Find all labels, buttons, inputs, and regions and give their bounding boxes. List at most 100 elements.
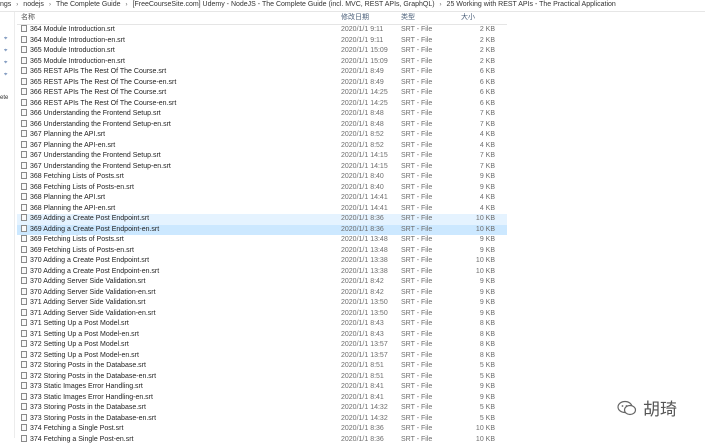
file-row[interactable]: 373 Static Images Error Handling-en.srt2…	[17, 393, 507, 404]
file-row[interactable]: 365 REST APIs The Rest Of The Course-en.…	[17, 78, 507, 89]
file-row[interactable]: 372 Setting Up a Post Model-en.srt2020/1…	[17, 351, 507, 362]
breadcrumb-item[interactable]: 25 Working with REST APIs - The Practica…	[447, 0, 616, 10]
file-row[interactable]: 371 Setting Up a Post Model-en.srt2020/1…	[17, 330, 507, 341]
file-name-cell[interactable]: 367 Planning the API-en.srt	[21, 141, 339, 152]
pin-icon[interactable]: ⌖	[4, 71, 11, 79]
file-name-cell[interactable]: 374 Fetching a Single Post.srt	[21, 424, 339, 435]
nav-item-label[interactable]: ete	[0, 95, 8, 101]
file-row[interactable]: 368 Fetching Lists of Posts-en.srt2020/1…	[17, 183, 507, 194]
file-row[interactable]: 368 Planning the API-en.srt2020/1/1 14:4…	[17, 204, 507, 215]
breadcrumb-item[interactable]: The Complete Guide	[56, 0, 121, 10]
file-row[interactable]: 365 Module Introduction-en.srt2020/1/1 1…	[17, 57, 507, 68]
file-row[interactable]: 370 Adding Server Side Validation.srt202…	[17, 277, 507, 288]
file-row[interactable]: 367 Planning the API.srt2020/1/1 8:52SRT…	[17, 130, 507, 141]
file-name-cell[interactable]: 369 Fetching Lists of Posts-en.srt	[21, 246, 339, 257]
file-name-cell[interactable]: 370 Adding a Create Post Endpoint-en.srt	[21, 267, 339, 278]
column-header-date[interactable]: 修改日期	[341, 12, 401, 24]
breadcrumb-item[interactable]: [FreeCourseSite.com] Udemy - NodeJS - Th…	[133, 0, 435, 10]
file-name-cell[interactable]: 366 REST APIs The Rest Of The Course.srt	[21, 88, 339, 99]
file-row[interactable]: 372 Storing Posts in the Database.srt202…	[17, 361, 507, 372]
chevron-right-icon[interactable]: ›	[126, 0, 128, 10]
file-row[interactable]: 373 Static Images Error Handling.srt2020…	[17, 382, 507, 393]
file-row[interactable]: 365 REST APIs The Rest Of The Course.srt…	[17, 67, 507, 78]
file-name-cell[interactable]: 369 Adding a Create Post Endpoint.srt	[21, 214, 339, 225]
file-name-cell[interactable]: 365 Module Introduction.srt	[21, 46, 339, 57]
file-row[interactable]: 371 Adding Server Side Validation-en.srt…	[17, 309, 507, 320]
file-name-cell[interactable]: 365 REST APIs The Rest Of The Course-en.…	[21, 78, 339, 89]
file-name-cell[interactable]: 365 Module Introduction-en.srt	[21, 57, 339, 68]
file-row[interactable]: 369 Adding a Create Post Endpoint-en.srt…	[17, 225, 507, 236]
file-row[interactable]: 367 Planning the API-en.srt2020/1/1 8:52…	[17, 141, 507, 152]
file-row[interactable]: 368 Planning the API.srt2020/1/1 14:41SR…	[17, 193, 507, 204]
file-name-cell[interactable]: 372 Storing Posts in the Database.srt	[21, 361, 339, 372]
file-row[interactable]: 371 Setting Up a Post Model.srt2020/1/1 …	[17, 319, 507, 330]
file-row[interactable]: 366 Understanding the Frontend Setup-en.…	[17, 120, 507, 131]
file-name-cell[interactable]: 366 Understanding the Frontend Setup-en.…	[21, 120, 339, 131]
file-name-cell[interactable]: 365 REST APIs The Rest Of The Course.srt	[21, 67, 339, 78]
file-name-cell[interactable]: 373 Static Images Error Handling-en.srt	[21, 393, 339, 404]
column-header-name[interactable]: 名称	[21, 12, 339, 24]
file-row[interactable]: 369 Fetching Lists of Posts.srt2020/1/1 …	[17, 235, 507, 246]
chevron-right-icon[interactable]: ›	[440, 0, 442, 10]
breadcrumb-item[interactable]: ngs	[0, 0, 11, 10]
file-row[interactable]: 368 Fetching Lists of Posts.srt2020/1/1 …	[17, 172, 507, 183]
file-type: SRT - File	[401, 225, 451, 236]
file-name-cell[interactable]: 367 Understanding the Frontend Setup.srt	[21, 151, 339, 162]
file-name-cell[interactable]: 368 Planning the API.srt	[21, 193, 339, 204]
file-name-cell[interactable]: 371 Setting Up a Post Model-en.srt	[21, 330, 339, 341]
file-name-cell[interactable]: 373 Static Images Error Handling.srt	[21, 382, 339, 393]
file-row[interactable]: 370 Adding Server Side Validation-en.srt…	[17, 288, 507, 299]
file-name-cell[interactable]: 366 Understanding the Frontend Setup.srt	[21, 109, 339, 120]
file-row[interactable]: 369 Fetching Lists of Posts-en.srt2020/1…	[17, 246, 507, 257]
file-row[interactable]: 374 Fetching a Single Post.srt2020/1/1 8…	[17, 424, 507, 435]
file-name-cell[interactable]: 372 Setting Up a Post Model-en.srt	[21, 351, 339, 362]
chevron-right-icon[interactable]: ›	[16, 0, 18, 10]
file-row[interactable]: 366 Understanding the Frontend Setup.srt…	[17, 109, 507, 120]
file-row[interactable]: 371 Adding Server Side Validation.srt202…	[17, 298, 507, 309]
file-row[interactable]: 367 Understanding the Frontend Setup-en.…	[17, 162, 507, 173]
chevron-right-icon[interactable]: ›	[49, 0, 51, 10]
file-name-cell[interactable]: 374 Fetching a Single Post-en.srt	[21, 435, 339, 445]
column-header-type[interactable]: 类型	[401, 12, 451, 24]
file-name-cell[interactable]: 367 Planning the API.srt	[21, 130, 339, 141]
file-name-cell[interactable]: 372 Setting Up a Post Model.srt	[21, 340, 339, 351]
file-name-cell[interactable]: 371 Setting Up a Post Model.srt	[21, 319, 339, 330]
file-name-cell[interactable]: 373 Storing Posts in the Database-en.srt	[21, 414, 339, 425]
file-name-cell[interactable]: 369 Adding a Create Post Endpoint-en.srt	[21, 225, 339, 236]
column-header-size[interactable]: 大小	[461, 12, 503, 24]
file-name-cell[interactable]: 367 Understanding the Frontend Setup-en.…	[21, 162, 339, 173]
file-name-cell[interactable]: 370 Adding Server Side Validation.srt	[21, 277, 339, 288]
file-name-cell[interactable]: 373 Storing Posts in the Database.srt	[21, 403, 339, 414]
file-row[interactable]: 365 Module Introduction.srt2020/1/1 15:0…	[17, 46, 507, 57]
file-row[interactable]: 372 Storing Posts in the Database-en.srt…	[17, 372, 507, 383]
pin-icon[interactable]: ⌖	[4, 59, 11, 67]
file-name-cell[interactable]: 371 Adding Server Side Validation-en.srt	[21, 309, 339, 320]
pin-icon[interactable]: ⌖	[4, 47, 11, 55]
breadcrumb-item[interactable]: nodejs	[23, 0, 44, 10]
file-row[interactable]: 372 Setting Up a Post Model.srt2020/1/1 …	[17, 340, 507, 351]
file-row[interactable]: 369 Adding a Create Post Endpoint.srt202…	[17, 214, 507, 225]
file-name-cell[interactable]: 372 Storing Posts in the Database-en.srt	[21, 372, 339, 383]
file-name-cell[interactable]: 371 Adding Server Side Validation.srt	[21, 298, 339, 309]
file-name-cell[interactable]: 368 Fetching Lists of Posts-en.srt	[21, 183, 339, 194]
file-name-cell[interactable]: 369 Fetching Lists of Posts.srt	[21, 235, 339, 246]
pin-icon[interactable]: ⌖	[4, 35, 11, 43]
file-name-cell[interactable]: 368 Fetching Lists of Posts.srt	[21, 172, 339, 183]
file-row[interactable]: 374 Fetching a Single Post-en.srt2020/1/…	[17, 435, 507, 445]
file-row[interactable]: 370 Adding a Create Post Endpoint.srt202…	[17, 256, 507, 267]
file-row[interactable]: 370 Adding a Create Post Endpoint-en.srt…	[17, 267, 507, 278]
file-name-cell[interactable]: 368 Planning the API-en.srt	[21, 204, 339, 215]
file-row[interactable]: 366 REST APIs The Rest Of The Course.srt…	[17, 88, 507, 99]
file-name-cell[interactable]: 366 REST APIs The Rest Of The Course-en.…	[21, 99, 339, 110]
file-name-cell[interactable]: 364 Module Introduction-en.srt	[21, 36, 339, 47]
file-row[interactable]: 364 Module Introduction-en.srt2020/1/1 9…	[17, 36, 507, 47]
file-row[interactable]: 364 Module Introduction.srt2020/1/1 9:11…	[17, 25, 507, 36]
file-icon	[21, 172, 27, 179]
file-row[interactable]: 367 Understanding the Frontend Setup.srt…	[17, 151, 507, 162]
file-row[interactable]: 373 Storing Posts in the Database.srt202…	[17, 403, 507, 414]
file-name-cell[interactable]: 364 Module Introduction.srt	[21, 25, 339, 36]
file-name-cell[interactable]: 370 Adding Server Side Validation-en.srt	[21, 288, 339, 299]
file-row[interactable]: 366 REST APIs The Rest Of The Course-en.…	[17, 99, 507, 110]
file-row[interactable]: 373 Storing Posts in the Database-en.srt…	[17, 414, 507, 425]
file-name-cell[interactable]: 370 Adding a Create Post Endpoint.srt	[21, 256, 339, 267]
